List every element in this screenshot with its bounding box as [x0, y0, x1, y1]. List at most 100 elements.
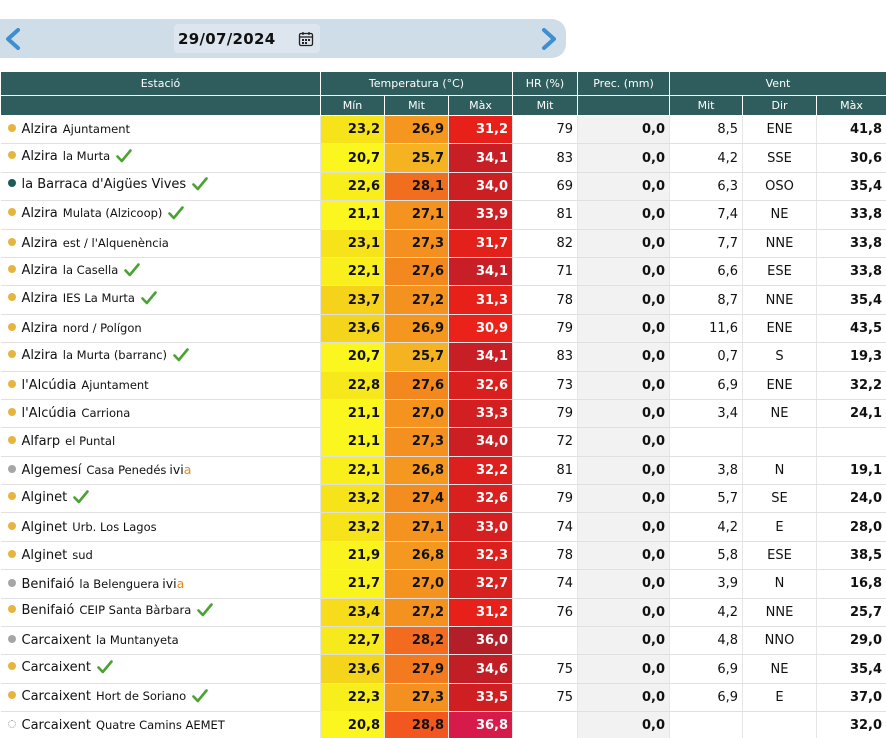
station-cell[interactable]: Alzira IES La Murta — [0, 285, 321, 315]
station-cell[interactable]: l'Alcúdia Carriona — [0, 399, 321, 429]
table-row[interactable]: Carcaixent Hort de Soriano 22,3 27,3 33,5 75 0… — [0, 683, 886, 713]
table-row[interactable]: Alzira nord / Polígon 23,6 26,9 30,9 79 0,0 11,… — [0, 314, 886, 344]
temp-max-cell: 33,9 — [448, 200, 514, 230]
status-dot-icon — [7, 408, 16, 417]
temp-min-cell: 21,9 — [320, 541, 385, 571]
station-name[interactable]: Alzira — [22, 321, 58, 336]
table-row[interactable]: Alginet Urb. Los Lagos 23,2 27,1 33,0 74 0,0 4,… — [0, 512, 886, 542]
station-name[interactable]: Carcaixent — [22, 689, 91, 704]
station-name[interactable]: Algemesí — [22, 463, 82, 478]
station-cell[interactable]: Alzira nord / Polígon — [0, 314, 321, 344]
station-cell[interactable]: Benifaió CEIP Santa Bàrbara — [0, 598, 321, 628]
table-row[interactable]: Algemesí Casa Penedés ivia 22,1 26,8 32,2 81 0,… — [0, 456, 886, 486]
station-name[interactable]: Carcaixent — [22, 660, 91, 675]
station-name[interactable]: Alzira — [22, 348, 58, 363]
station-cell[interactable]: Alginet — [0, 484, 321, 514]
table-row[interactable]: Alzira la Casella 22,1 27,6 34,1 71 0,0 6,6 ESE 3… — [0, 257, 886, 287]
station-cell[interactable]: Alfarp el Puntal — [0, 427, 321, 457]
station-cell[interactable]: la Barraca d'Aigües Vives — [0, 172, 321, 202]
precip-cell: 0,0 — [577, 711, 671, 738]
wind-mit-cell: 8,5 — [669, 115, 744, 145]
date-field[interactable]: 29/07/2024 — [174, 24, 320, 53]
humidity-cell: 74 — [512, 569, 579, 599]
precip-cell: 0,0 — [577, 342, 671, 372]
chevron-right-icon[interactable] — [541, 28, 557, 50]
station-cell[interactable]: Carcaixent Hort de Soriano — [0, 683, 321, 713]
station-name[interactable]: la Barraca d'Aigües Vives — [22, 177, 187, 192]
calendar-icon[interactable] — [298, 31, 314, 47]
subheader-wind-dir[interactable]: Dir — [742, 95, 818, 116]
wind-max-cell: 32,0 — [816, 711, 886, 738]
station-cell[interactable]: Algemesí Casa Penedés ivia — [0, 456, 321, 486]
station-cell[interactable]: Alzira est / l'Alquenència — [0, 229, 321, 258]
header-temperature: Temperatura (°C) — [319, 71, 514, 96]
table-row[interactable]: Alzira Mulata (Alzicoop) 21,1 27,1 33,9 81 0,0… — [0, 200, 886, 230]
station-name[interactable]: Alzira — [22, 122, 58, 137]
table-row[interactable]: Carcaixent 23,6 27,9 34,6 75 0,0 6,9 NE 35,4 — [0, 654, 886, 684]
station-cell[interactable]: Alginet Urb. Los Lagos — [0, 512, 321, 542]
station-name[interactable]: Alzira — [22, 206, 58, 221]
subheader-tmin[interactable]: Mín — [320, 95, 385, 116]
wind-dir-cell: NE — [742, 654, 818, 684]
subheader-tmax[interactable]: Màx — [447, 95, 514, 116]
wind-max-cell: 33,8 — [816, 257, 886, 287]
station-cell[interactable]: Alzira Ajuntament — [0, 115, 321, 145]
station-name[interactable]: Alginet — [22, 520, 68, 535]
wind-mit-cell: 6,6 — [669, 257, 744, 287]
station-cell[interactable]: Alzira la Casella — [0, 257, 321, 287]
station-cell[interactable]: l'Alcúdia Ajuntament — [0, 371, 321, 400]
station-cell[interactable]: Alzira la Murta — [0, 143, 321, 173]
station-name[interactable]: Alzira — [22, 291, 58, 306]
station-name[interactable]: Alginet — [22, 548, 68, 563]
station-cell[interactable]: Alzira Mulata (Alzicoop) — [0, 200, 321, 230]
table-row[interactable]: Alzira Ajuntament 23,2 26,9 31,2 79 0,0 8,5 ENE 4… — [0, 115, 886, 145]
station-name[interactable]: Carcaixent — [22, 718, 91, 733]
station-cell[interactable]: Carcaixent Quatre Camins AEMET — [0, 711, 321, 738]
table-row[interactable]: Alzira la Murta (barranc) 20,7 25,7 34,1 83 0,… — [0, 342, 886, 372]
station-name[interactable]: Benifaió — [22, 577, 75, 592]
temp-min-cell: 22,3 — [320, 683, 385, 713]
subheader-wind-max[interactable]: Màx — [816, 95, 886, 116]
station-name[interactable]: Alfarp — [22, 434, 61, 449]
subheader-wind-mit[interactable]: Mit — [669, 95, 744, 116]
table-row[interactable]: Alginet sud 21,9 26,8 32,3 78 0,0 5,8 ESE 38,5 — [0, 541, 886, 571]
station-name[interactable]: l'Alcúdia — [22, 378, 77, 393]
station-name[interactable]: Benifaió — [22, 603, 75, 618]
table-row[interactable]: Carcaixent la Muntanyeta 22,7 28,2 36,0 0,0 4,… — [0, 626, 886, 656]
station-name[interactable]: Carcaixent — [22, 633, 91, 648]
station-name[interactable]: Alzira — [22, 263, 58, 278]
table-row[interactable]: Alzira la Murta 20,7 25,7 34,1 83 0,0 4,2 SSE 30,… — [0, 143, 886, 173]
wind-max-cell: 19,1 — [816, 456, 886, 486]
station-name[interactable]: l'Alcúdia — [22, 406, 77, 421]
status-dot-icon — [7, 379, 16, 388]
station-cell[interactable]: Carcaixent la Muntanyeta — [0, 626, 321, 656]
station-cell[interactable]: Alginet sud — [0, 541, 321, 571]
table-row[interactable]: Carcaixent Quatre Camins AEMET 20,8 28,8 36,… — [0, 711, 886, 738]
status-dot-icon — [7, 293, 16, 302]
table-row[interactable]: la Barraca d'Aigües Vives 22,6 28,1 34,0 69 0… — [0, 172, 886, 202]
station-name[interactable]: Alginet — [22, 490, 68, 505]
subheader-tmit[interactable]: Mit — [384, 95, 449, 116]
station-name[interactable]: Alzira — [22, 236, 58, 251]
station-location: Ajuntament — [62, 122, 131, 137]
station-cell[interactable]: Carcaixent — [0, 654, 321, 684]
station-name[interactable]: Alzira — [22, 149, 58, 164]
table-row[interactable]: Benifaió CEIP Santa Bàrbara 23,4 27,2 31,2 76… — [0, 598, 886, 628]
table-row[interactable]: Alzira IES La Murta 23,7 27,2 31,3 78 0,0 8,7 NN… — [0, 285, 886, 315]
station-location: nord / Polígon — [62, 320, 142, 335]
temp-mit-cell: 27,3 — [384, 229, 449, 258]
table-row[interactable]: Alzira est / l'Alquenència 23,1 27,3 31,7 82 0… — [0, 229, 886, 258]
table-row[interactable]: Alginet 23,2 27,4 32,6 79 0,0 5,7 SE 24,0 — [0, 484, 886, 514]
subheader-hr-mit[interactable]: Mit — [512, 95, 579, 116]
precip-cell: 0,0 — [577, 541, 671, 571]
station-cell[interactable]: Alzira la Murta (barranc) — [0, 342, 321, 372]
station-location: IES La Murta — [62, 291, 135, 306]
table-row[interactable]: Alfarp el Puntal 21,1 27,3 34,0 72 0,0 — [0, 427, 886, 457]
table-row[interactable]: l'Alcúdia Carriona 21,1 27,0 33,3 79 0,0 3,4 NE 2… — [0, 399, 886, 429]
status-dot-icon — [7, 124, 16, 133]
check-icon — [141, 291, 157, 309]
station-cell[interactable]: Benifaió la Belenguera ivia — [0, 569, 321, 599]
table-row[interactable]: l'Alcúdia Ajuntament 22,8 27,6 32,6 73 0,0 6,9 E… — [0, 371, 886, 400]
table-row[interactable]: Benifaió la Belenguera ivia 21,7 27,0 32,7 74 0… — [0, 569, 886, 599]
chevron-left-icon[interactable] — [5, 28, 21, 50]
